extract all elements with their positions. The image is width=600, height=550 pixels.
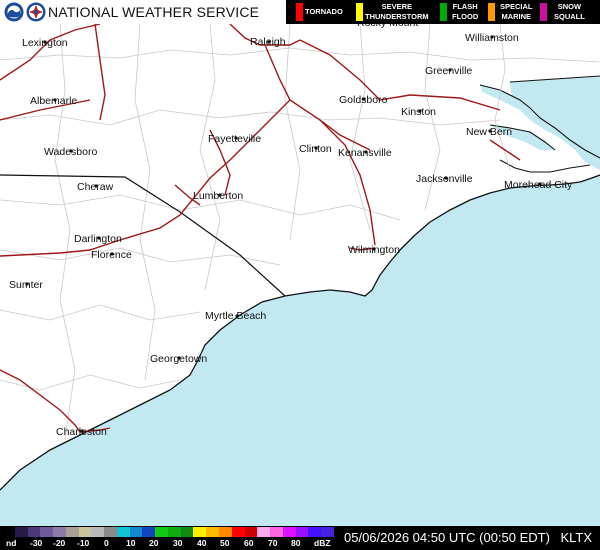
special-marine-swatch [488,3,495,21]
reflectivity-scale: nd -30 -20 -10 0 10 20 30 40 50 60 70 80… [0,526,340,550]
scale-color-cell [282,527,296,537]
city-label: Morehead City [504,179,573,191]
scale-color-cell [295,527,309,537]
legend-label: SEVERE THUNDERSTORM [365,2,429,21]
legend-flash-flood[interactable]: FLASH FLOOD [440,0,492,24]
scale-label: dBZ [314,538,331,548]
city-label: Lexington [22,37,68,49]
city-label: Wilmington [348,244,400,256]
legend-severe-thunderstorm[interactable]: SEVERE THUNDERSTORM [356,0,442,24]
scale-color-cell [129,527,143,537]
scale-color-cell [53,527,66,537]
scale-color-cell [40,527,54,537]
radar-timestamp: 05/06/2026 04:50 UTC (00:50 EDT) [344,530,550,545]
scale-label: 50 [220,538,230,548]
scale-label: 30 [173,538,183,548]
scale-color-cell [270,527,283,537]
city-label: Lumberton [193,190,243,202]
scale-color-cell [231,527,245,537]
scale-color-cell [14,527,28,537]
city-label: Clinton [299,143,332,155]
scale-label: 20 [149,538,159,548]
scale-color-cell [206,527,220,537]
city-label: Kinston [401,106,436,118]
legend-special-marine[interactable]: SPECIAL MARINE [488,0,540,24]
city-label: Myrtle Beach [205,310,266,322]
scale-color-cell [167,527,181,537]
nws-logo-icon [26,2,46,22]
pamlico-sound [510,76,600,170]
scale-color-cell [78,527,92,537]
city-label: Albemarle [30,95,77,107]
radar-map[interactable]: Lexington Raleigh Rocky Mount Williamsto… [0,0,600,550]
noaa-logo-icon [4,2,24,22]
scale-color-cell [219,527,232,537]
scale-label: 70 [268,538,278,548]
scale-label: 60 [244,538,254,548]
city-label: New Bern [466,126,512,138]
city-label: Greenville [425,65,472,77]
scale-label: nd [6,538,17,548]
city-label: Florence [91,249,132,261]
scale-label: -10 [77,538,90,548]
scale-label: -20 [53,538,66,548]
nws-brand[interactable]: NATIONAL WEATHER SERVICE [0,0,286,24]
city-label: Fayetteville [208,133,261,145]
city-label: Georgetown [150,353,207,365]
scale-color-cell [308,527,322,537]
tornado-swatch [296,3,303,21]
scale-color-cell [155,527,168,537]
city-label: Williamston [465,32,519,44]
city-label: Cheraw [77,181,114,193]
footer-bar: nd -30 -20 -10 0 10 20 30 40 50 60 70 80… [0,526,600,550]
scale-color-cell [142,527,156,537]
snow-squall-swatch [540,3,547,21]
scale-color-cell [244,527,258,537]
header-bar: NATIONAL WEATHER SERVICE TORNADO SEVERE … [0,0,600,24]
radar-station[interactable]: KLTX [560,530,592,545]
scale-color-cell [91,527,105,537]
scale-label: 0 [104,538,109,548]
city-label: Wadesboro [44,146,97,158]
legend-tornado[interactable]: TORNADO [296,0,356,24]
city-label: Jacksonville [416,173,473,185]
legend-label: FLASH FLOOD [452,2,479,21]
scale-color-cell [257,527,271,537]
city-label: Goldsboro [339,94,388,106]
scale-color-cell [180,527,194,537]
scale-label: -30 [30,538,43,548]
scale-color-bar [2,527,334,537]
scale-color-cell [104,527,117,537]
city-label: Sumter [9,279,43,291]
legend-label: SPECIAL MARINE [500,2,533,21]
scale-color-cell [193,527,207,537]
city-label: Darlington [74,233,122,245]
scale-label: 40 [197,538,207,548]
legend-label: SNOW SQUALL [554,2,585,21]
city-label: Charleston [56,426,107,438]
scale-color-cell [2,527,15,537]
legend-label: TORNADO [305,7,343,16]
scale-label: 80 [291,538,301,548]
scale-color-cell [65,527,79,537]
page-title: NATIONAL WEATHER SERVICE [48,4,260,20]
flash-flood-swatch [440,3,447,21]
city-label: Raleigh [250,36,286,48]
scale-label: 10 [126,538,136,548]
scale-color-cell [116,527,130,537]
scale-color-cell [321,527,334,537]
warning-legend: TORNADO SEVERE THUNDERSTORM FLASH FLOOD … [286,0,600,24]
city-label: Kenansville [338,147,392,159]
legend-snow-squall[interactable]: SNOW SQUALL [540,0,596,24]
thunderstorm-swatch [356,3,363,21]
scale-color-cell [27,527,41,537]
